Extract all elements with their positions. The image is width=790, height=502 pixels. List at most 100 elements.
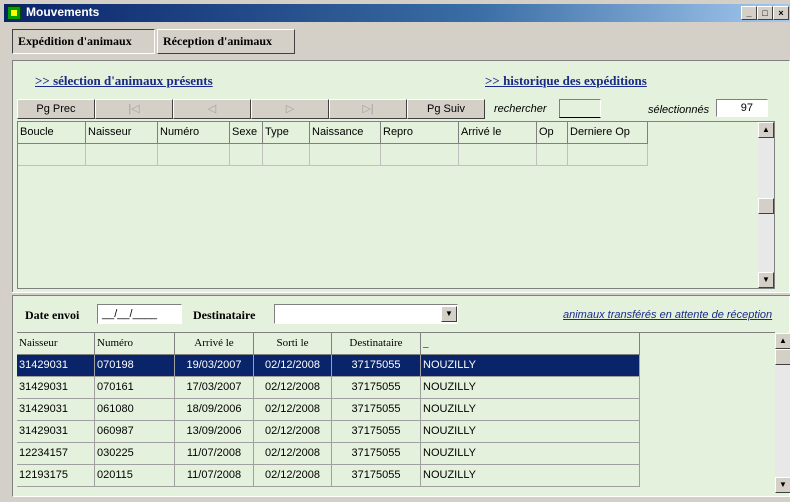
next-record-button[interactable]: ▷	[251, 99, 329, 119]
selection-animaux-link[interactable]: >> sélection d'animaux présents	[35, 73, 213, 89]
empty-cell[interactable]	[537, 144, 568, 166]
scroll-up-icon[interactable]: ▲	[758, 122, 774, 138]
table-cell: 19/03/2007	[175, 355, 254, 377]
table-row[interactable]: 31429031 060987 13/09/2006 02/12/2008 371750…	[17, 421, 640, 443]
table-cell: 37175055	[332, 465, 421, 487]
table-row[interactable]: 12234157 030225 11/07/2008 02/12/2008 371750…	[17, 443, 640, 465]
table-cell: NOUZILLY	[421, 421, 640, 443]
rechercher-input[interactable]	[559, 99, 601, 118]
table-cell: 13/09/2006	[175, 421, 254, 443]
table-cell: 12234157	[17, 443, 95, 465]
table-cell: 02/12/2008	[254, 421, 332, 443]
col-header-arrive[interactable]: Arrivé le	[459, 122, 537, 144]
scroll-down-icon[interactable]: ▼	[758, 272, 774, 288]
col-header-arrive[interactable]: Arrivé le	[175, 333, 254, 355]
table-cell: NOUZILLY	[421, 355, 640, 377]
first-record-button[interactable]: |◁	[95, 99, 173, 119]
destinataire-label: Destinataire	[193, 308, 256, 322]
col-header-naisseur[interactable]: Naisseur	[17, 333, 95, 355]
table-cell: NOUZILLY	[421, 465, 640, 487]
col-header-repro[interactable]: Repro	[381, 122, 459, 144]
splitter[interactable]	[12, 292, 790, 296]
empty-cell[interactable]	[568, 144, 648, 166]
col-header-numero[interactable]: Numéro	[158, 122, 230, 144]
col-header-naissance[interactable]: Naissance	[310, 122, 381, 144]
date-envoi-input[interactable]: __/__/____	[97, 304, 182, 324]
empty-cell[interactable]	[381, 144, 459, 166]
table-cell: 37175055	[332, 399, 421, 421]
scroll-thumb[interactable]	[775, 349, 790, 365]
table-row[interactable]: 31429031 061080 18/09/2006 02/12/2008 371750…	[17, 399, 640, 421]
table-cell: NOUZILLY	[421, 399, 640, 421]
table-cell: NOUZILLY	[421, 377, 640, 399]
empty-cell[interactable]	[86, 144, 158, 166]
col-header-numero[interactable]: Numéro	[95, 333, 175, 355]
expeditions-scrollbar[interactable]: ▲ ▼	[775, 333, 790, 493]
table-cell: 02/12/2008	[254, 377, 332, 399]
table-row[interactable]: 31429031 070198 19/03/2007 02/12/2008 371750…	[17, 355, 640, 377]
tab-reception[interactable]: Réception d'animaux	[157, 29, 295, 54]
col-header-naisseur[interactable]: Naisseur	[86, 122, 158, 144]
first-icon: |◁	[128, 103, 140, 115]
table-cell: 17/03/2007	[175, 377, 254, 399]
scroll-up-icon[interactable]: ▲	[775, 333, 790, 349]
attente-reception-link[interactable]: animaux transférés en attente de récepti…	[563, 309, 772, 321]
rechercher-label: rechercher	[494, 103, 547, 115]
table-cell: 060987	[95, 421, 175, 443]
next-page-button[interactable]: Pg Suiv	[407, 99, 485, 119]
scroll-down-icon[interactable]: ▼	[775, 477, 790, 493]
table-cell: 37175055	[332, 355, 421, 377]
grid-scrollbar[interactable]: ▲ ▼	[758, 122, 774, 288]
table-cell: 02/12/2008	[254, 465, 332, 487]
destinataire-select[interactable]: ▼	[274, 304, 458, 324]
empty-cell[interactable]	[310, 144, 381, 166]
expeditions-grid[interactable]: Naisseur Numéro Arrivé le Sorti le Desti…	[17, 332, 790, 494]
table-cell: 061080	[95, 399, 175, 421]
selectionnes-count: 97	[716, 99, 768, 117]
app-icon	[7, 6, 21, 20]
table-cell: 37175055	[332, 443, 421, 465]
table-cell: 31429031	[17, 355, 95, 377]
window-title: Mouvements	[26, 5, 100, 19]
table-cell: 11/07/2008	[175, 443, 254, 465]
chevron-down-icon[interactable]: ▼	[441, 306, 457, 322]
col-header-type[interactable]: Type	[263, 122, 310, 144]
table-cell: NOUZILLY	[421, 443, 640, 465]
col-header-op[interactable]: Op	[537, 122, 568, 144]
table-cell: 11/07/2008	[175, 465, 254, 487]
previous-record-button[interactable]: ◁	[173, 99, 251, 119]
table-cell: 37175055	[332, 377, 421, 399]
col-header-sexe[interactable]: Sexe	[230, 122, 263, 144]
table-row[interactable]: 12193175 020115 11/07/2008 02/12/2008 371750…	[17, 465, 640, 487]
last-record-button[interactable]: ▷|	[329, 99, 407, 119]
historique-expeditions-link[interactable]: >> historique des expéditions	[485, 73, 647, 89]
empty-cell[interactable]	[158, 144, 230, 166]
table-cell: 31429031	[17, 421, 95, 443]
close-icon[interactable]: ×	[773, 6, 789, 20]
title-bar[interactable]: Mouvements _ □ ×	[4, 4, 790, 22]
maximize-icon[interactable]: □	[757, 6, 773, 20]
selectionnes-label: sélectionnés	[648, 104, 710, 116]
empty-cell[interactable]	[459, 144, 537, 166]
main-window: Mouvements _ □ × Expédition d'animaux Ré…	[0, 0, 790, 502]
table-cell: 030225	[95, 443, 175, 465]
scroll-thumb[interactable]	[758, 198, 774, 214]
tab-expedition[interactable]: Expédition d'animaux	[12, 29, 155, 54]
table-row[interactable]: 31429031 070161 17/03/2007 02/12/2008 371750…	[17, 377, 640, 399]
table-cell: 31429031	[17, 399, 95, 421]
table-cell: 31429031	[17, 377, 95, 399]
animals-grid[interactable]: Boucle Naisseur Numéro Sexe Type Naissan…	[17, 121, 775, 289]
col-header-lieu[interactable]: _	[421, 333, 640, 355]
col-header-destinataire[interactable]: Destinataire	[332, 333, 421, 355]
minimize-icon[interactable]: _	[741, 6, 757, 20]
table-cell: 02/12/2008	[254, 399, 332, 421]
table-cell: 02/12/2008	[254, 355, 332, 377]
prev-page-button[interactable]: Pg Prec	[17, 99, 95, 119]
col-header-derniere-op[interactable]: Derniere Op	[568, 122, 648, 144]
col-header-boucle[interactable]: Boucle	[18, 122, 86, 144]
empty-cell[interactable]	[230, 144, 263, 166]
empty-cell[interactable]	[263, 144, 310, 166]
col-header-sorti[interactable]: Sorti le	[254, 333, 332, 355]
empty-cell[interactable]	[18, 144, 86, 166]
date-envoi-label: Date envoi	[25, 308, 80, 322]
